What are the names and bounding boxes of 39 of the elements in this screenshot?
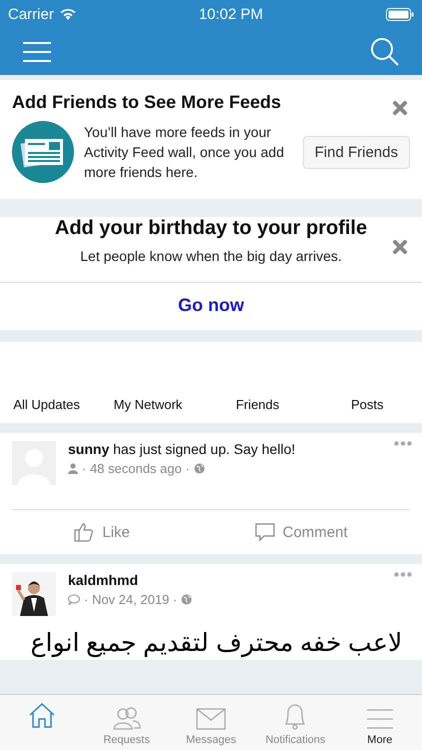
- battery-icon: [386, 8, 414, 20]
- card-text: You’ll have more feeds in your Activity Feed wall, once you add more friends here.: [84, 123, 285, 182]
- card-title: Add your birthday to your profile: [54, 217, 368, 240]
- card-subtitle: Let people know when the big day arrives.: [79, 248, 343, 266]
- post-text: sunny has just signed up. Say hello!: [68, 441, 296, 457]
- post-meta: · 48 seconds ago ·: [82, 461, 190, 476]
- thumbs-up-icon: [74, 522, 94, 542]
- carrier-label: Carrier: [8, 6, 54, 22]
- wifi-icon: [60, 8, 76, 20]
- globe-icon: [181, 594, 192, 605]
- feed-tab[interactable]: Friends: [202, 397, 312, 417]
- search-icon[interactable]: [370, 36, 400, 66]
- feed-tab[interactable]: All Updates: [0, 397, 94, 417]
- menu-icon: [366, 708, 394, 730]
- close-icon[interactable]: [392, 239, 408, 255]
- comment-button[interactable]: Comment: [254, 522, 348, 542]
- newspaper-icon: [12, 121, 74, 183]
- close-icon[interactable]: [392, 100, 408, 116]
- go-now-link[interactable]: Go now: [0, 282, 422, 330]
- feed-tab[interactable]: Posts: [312, 397, 422, 417]
- globe-icon: [194, 463, 205, 474]
- post-body: لاعب خفه محترف لتقديم جميع انواع: [30, 628, 402, 660]
- menu-icon[interactable]: [22, 40, 52, 62]
- tab-bar-item[interactable]: More: [338, 695, 422, 750]
- post-meta: · Nov 24, 2019 ·: [84, 592, 178, 607]
- like-button[interactable]: Like: [74, 522, 130, 542]
- people-icon: [112, 706, 142, 730]
- clock: 10:02 PM: [198, 6, 264, 22]
- author-name[interactable]: kaldmhmd: [68, 572, 192, 588]
- speech-bubble-icon: [68, 594, 80, 605]
- envelope-icon: [196, 708, 226, 730]
- more-icon[interactable]: [394, 441, 412, 446]
- card-title: Add Friends to See More Feeds: [12, 92, 282, 113]
- feed-tab[interactable]: My Network: [93, 397, 203, 417]
- more-icon[interactable]: [394, 572, 412, 577]
- person-icon: [68, 463, 78, 474]
- speech-bubble-icon: [254, 522, 275, 542]
- find-friends-button[interactable]: Find Friends: [302, 136, 410, 168]
- home-icon: [28, 701, 56, 729]
